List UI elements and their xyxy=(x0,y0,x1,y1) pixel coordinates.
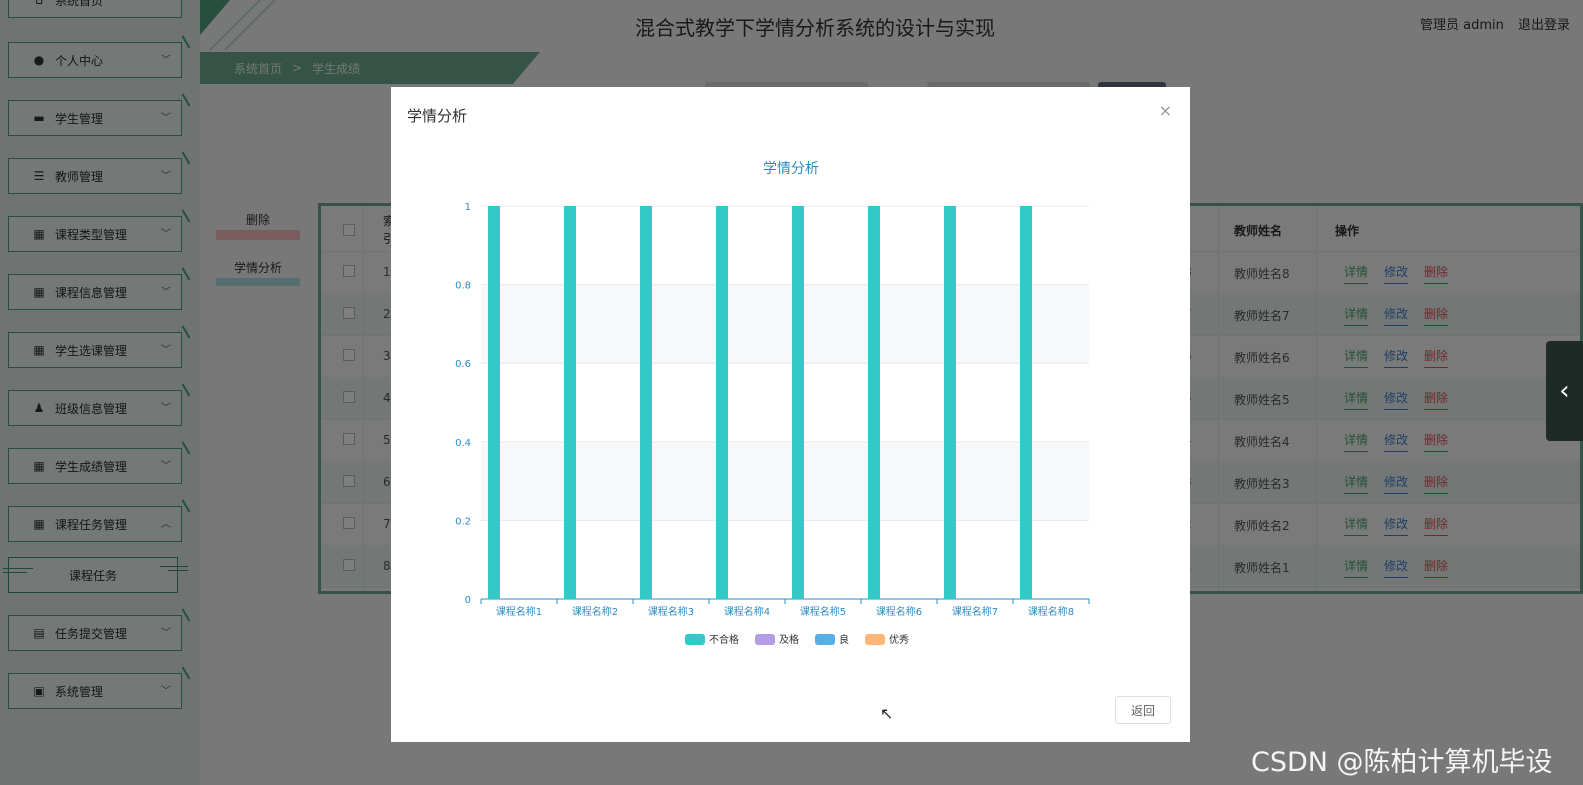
chart-title: 学情分析 xyxy=(763,161,819,177)
x-tick-label: 课程名称1 xyxy=(496,605,542,618)
legend-swatch xyxy=(685,634,705,645)
chevron-left-icon[interactable]: ‹ xyxy=(1546,341,1583,441)
bar-不合格 xyxy=(1020,206,1032,599)
x-tick-label: 课程名称7 xyxy=(952,605,998,618)
x-tick-label: 课程名称6 xyxy=(876,605,922,618)
legend-label: 优秀 xyxy=(889,633,909,646)
bar-不合格 xyxy=(944,206,956,599)
watermark: CSDN @陈柏计算机毕设 xyxy=(1251,747,1553,778)
legend-swatch xyxy=(865,634,885,645)
y-tick-label: 1 xyxy=(465,202,471,213)
legend-swatch xyxy=(755,634,775,645)
legend-label: 不合格 xyxy=(709,633,739,646)
bar-不合格 xyxy=(792,206,804,599)
legend-label: 良 xyxy=(839,633,849,646)
bar-不合格 xyxy=(716,206,728,599)
close-icon[interactable]: × xyxy=(1159,101,1172,120)
back-button[interactable]: 返回 xyxy=(1115,696,1171,724)
y-tick-label: 0.8 xyxy=(455,281,471,292)
legend-label: 及格 xyxy=(779,633,799,646)
bar-不合格 xyxy=(640,206,652,599)
analysis-chart: 学情分析 0 0.2 0.4 0.6 0.8 1 课程名称1 课程名称2 课程名称3 课程名称4 课程… xyxy=(455,161,1090,646)
x-tick-label: 课程名称2 xyxy=(572,605,618,618)
y-tick-label: 0.4 xyxy=(455,438,471,449)
y-tick-label: 0.6 xyxy=(455,359,471,370)
bar-不合格 xyxy=(868,206,880,599)
x-tick-label: 课程名称8 xyxy=(1028,605,1074,618)
x-tick-label: 课程名称3 xyxy=(648,605,694,618)
x-tick-label: 课程名称4 xyxy=(724,605,770,618)
y-tick-label: 0.2 xyxy=(455,516,471,527)
legend-swatch xyxy=(815,634,835,645)
modal-title: 学情分析 xyxy=(407,107,468,125)
bar-不合格 xyxy=(564,206,576,599)
bar-不合格 xyxy=(488,206,500,599)
y-tick-label: 0 xyxy=(465,595,471,606)
x-tick-label: 课程名称5 xyxy=(800,605,846,618)
analysis-modal: 学情分析 × 学情分析 0 0.2 0.4 0.6 0.8 1 课程名称1 课程名称2 课程名称3… xyxy=(391,87,1190,742)
mouse-cursor-icon: ↖ xyxy=(880,704,894,723)
